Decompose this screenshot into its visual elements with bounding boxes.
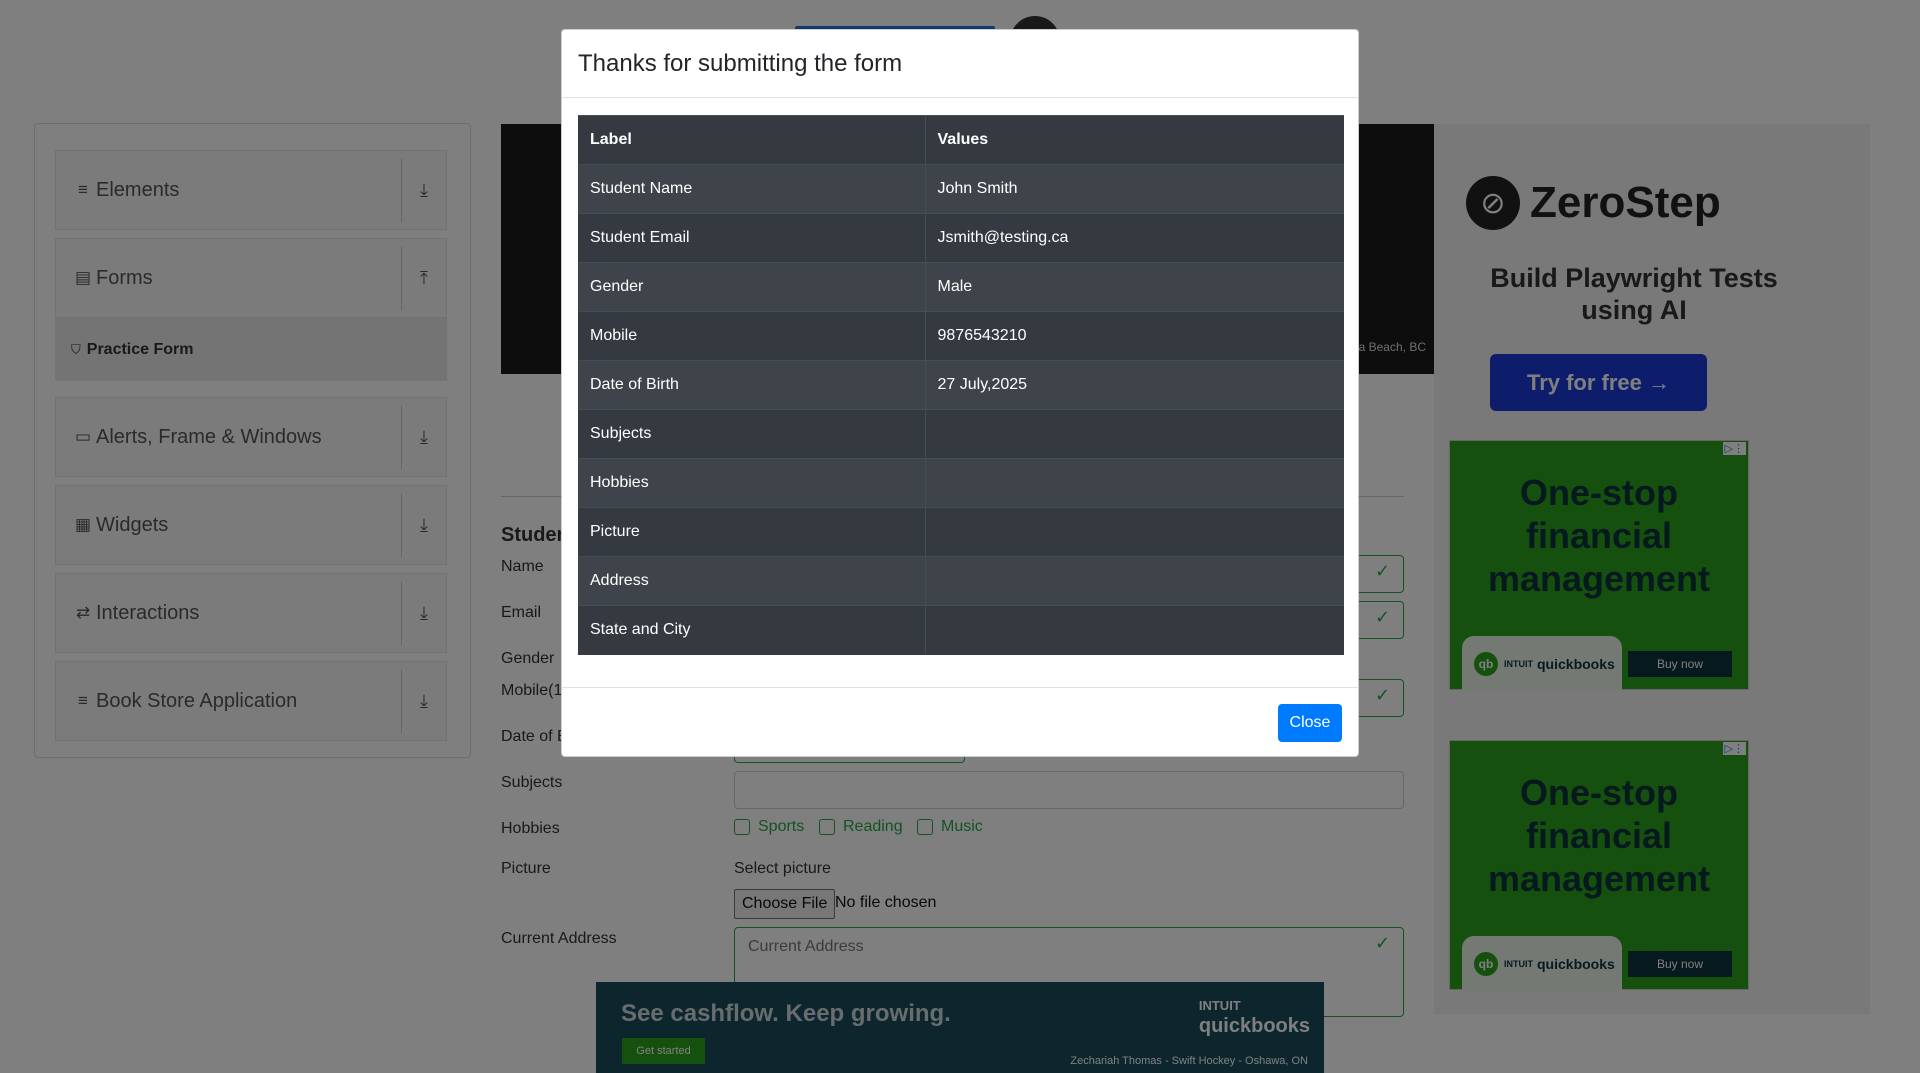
column-header: Label [578,115,926,165]
modal-footer: Close [562,687,1358,757]
table-row: Address [578,556,1344,606]
row-label: Gender [578,262,926,312]
row-label: Subjects [578,409,926,459]
table-row: State and City [578,605,1344,655]
row-label: Date of Birth [578,360,926,410]
table-row: Subjects [578,409,1344,459]
table-row: Mobile 9876543210 [578,311,1344,361]
row-label: Student Email [578,213,926,263]
row-value [925,409,1344,459]
row-value [925,605,1344,655]
close-button[interactable]: Close [1278,704,1342,742]
row-value [925,507,1344,557]
table-row: Student Email Jsmith@testing.ca [578,213,1344,263]
table-header-row: Label Values [578,115,1344,165]
row-label: Address [578,556,926,606]
row-label: State and City [578,605,926,655]
modal-header: Thanks for submitting the form [562,30,1358,98]
row-value [925,556,1344,606]
submission-table: Label Values Student Name John Smith Stud… [578,115,1344,655]
table-row: Date of Birth 27 July,2025 [578,360,1344,410]
column-header: Values [925,115,1344,165]
row-label: Hobbies [578,458,926,508]
row-value: 9876543210 [925,311,1344,361]
row-value [925,458,1344,508]
row-value: John Smith [925,164,1344,214]
table-row: Picture [578,507,1344,557]
row-label: Mobile [578,311,926,361]
modal-title: Thanks for submitting the form [578,49,903,77]
table-row: Hobbies [578,458,1344,508]
submission-modal: Thanks for submitting the form Label Val… [561,29,1359,757]
row-value: Male [925,262,1344,312]
row-value: Jsmith@testing.ca [925,213,1344,263]
table-row: Gender Male [578,262,1344,312]
row-value: 27 July,2025 [925,360,1344,410]
table-row: Student Name John Smith [578,164,1344,214]
row-label: Student Name [578,164,926,214]
row-label: Picture [578,507,926,557]
